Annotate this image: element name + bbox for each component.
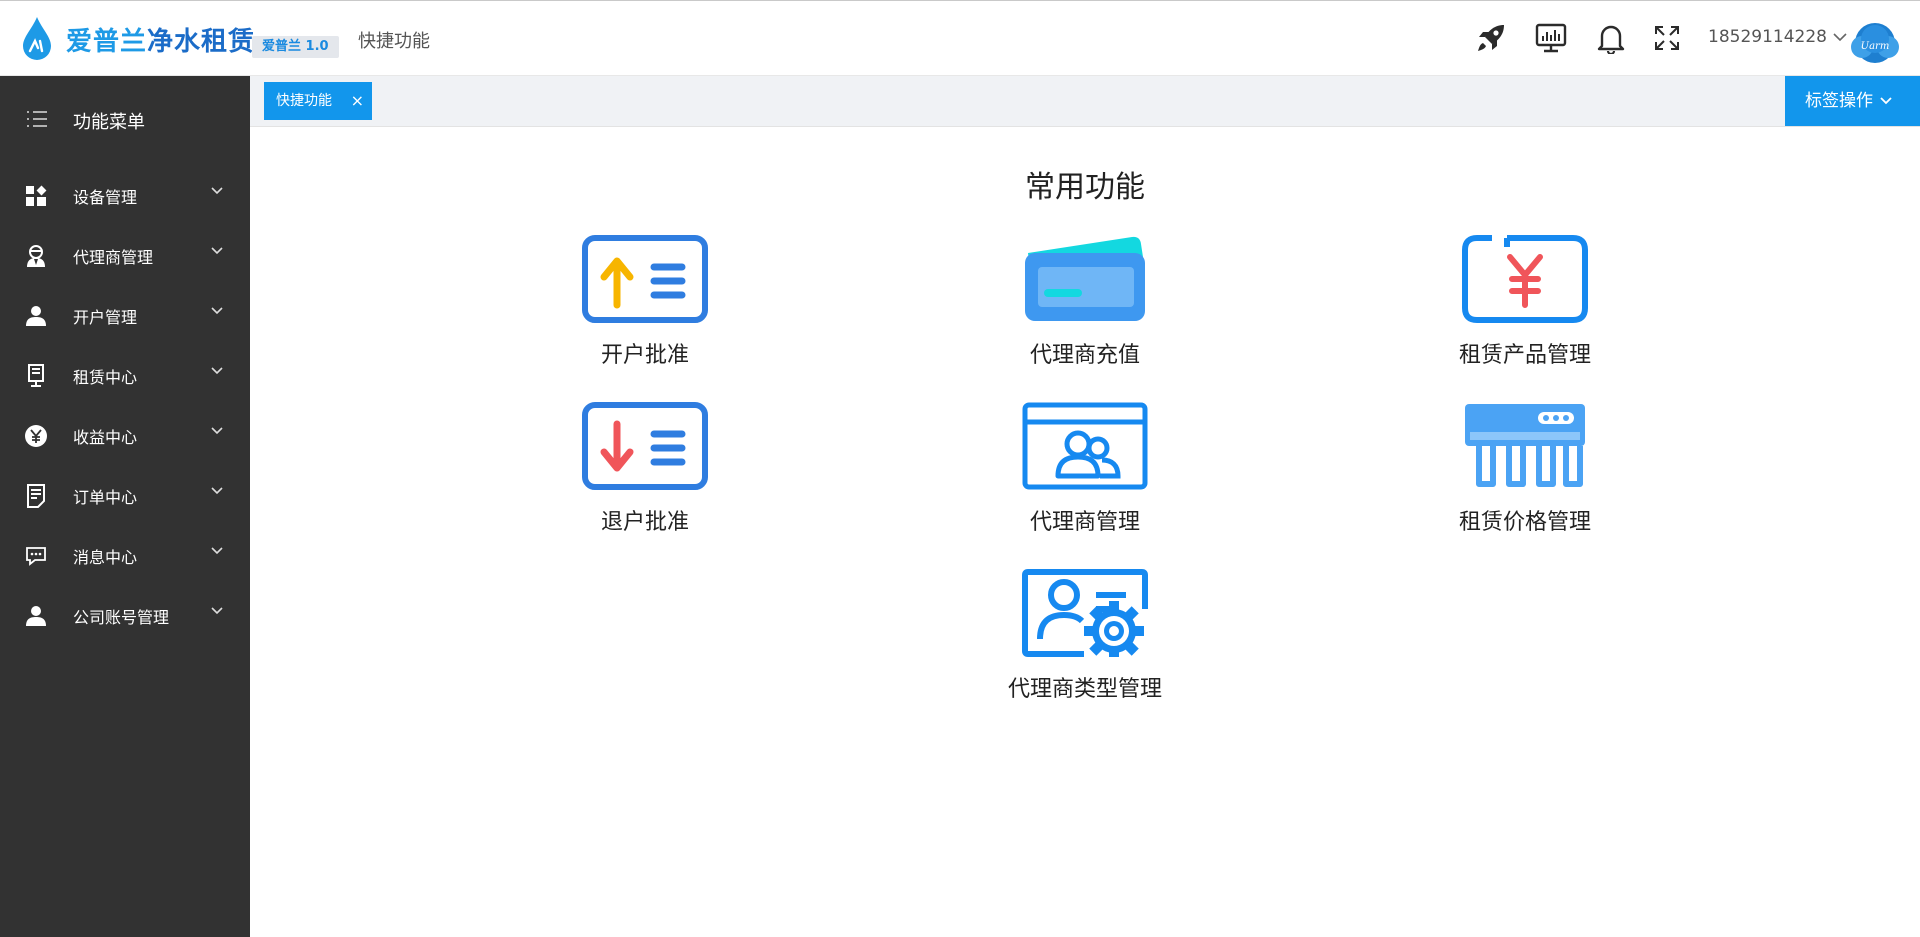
close-icon[interactable]: ×	[351, 82, 364, 120]
sidebar-item-label: 消息中心	[73, 548, 138, 567]
yen-product-icon	[1462, 235, 1588, 323]
chevron-down-icon	[1833, 33, 1847, 42]
user-menu[interactable]: 18529114228	[1708, 27, 1847, 47]
brand-title-part1: 爱普兰	[66, 27, 148, 57]
quick-card-account-cancel[interactable]: 退户批准	[545, 402, 745, 536]
agent-icon	[24, 244, 48, 268]
sidebar-item-messages[interactable]: 消息中心	[0, 528, 250, 584]
chevron-down-icon	[211, 547, 223, 555]
sidebar-item-agent[interactable]: 代理商管理	[0, 228, 250, 284]
chevron-down-icon	[211, 367, 223, 375]
order-icon	[24, 484, 48, 508]
sidebar-item-rental[interactable]: 租赁中心	[0, 348, 250, 404]
quick-card-label: 代理商管理	[1029, 510, 1140, 535]
sidebar-item-label: 设备管理	[73, 188, 138, 207]
quick-card-agent-recharge[interactable]: 代理商充值	[985, 235, 1185, 369]
sidebar-item-account-open[interactable]: 开户管理	[0, 288, 250, 344]
rental-icon	[24, 364, 48, 388]
brand-title: 爱普兰净水租赁	[66, 21, 255, 58]
account-icon	[24, 604, 48, 628]
chevron-down-icon	[211, 307, 223, 315]
sidebar: 功能菜单 设备管理 代理商管理 开户管理 租赁中心 收益中心 订单中心 消息中心…	[0, 76, 250, 937]
chevron-down-icon	[211, 247, 223, 255]
tag-operations-label: 标签操作	[1805, 91, 1873, 111]
quick-card-label: 租赁价格管理	[1458, 510, 1591, 535]
bell-icon[interactable]	[1594, 21, 1628, 55]
username-label: 18529114228	[1708, 27, 1827, 47]
chevron-down-icon	[211, 487, 223, 495]
quick-card-agent-type[interactable]: 代理商类型管理	[985, 569, 1185, 703]
sidebar-item-device[interactable]: 设备管理	[0, 168, 250, 224]
sidebar-item-label: 开户管理	[73, 308, 138, 327]
menu-list-icon	[27, 111, 47, 127]
sidebar-item-label: 公司账号管理	[73, 608, 170, 627]
grid-icon	[24, 184, 48, 208]
message-icon	[24, 544, 48, 568]
chevron-down-icon	[211, 607, 223, 615]
agent-manage-icon	[1022, 402, 1148, 490]
purifier-icon	[1465, 404, 1585, 487]
sidebar-menu-toggle[interactable]: 功能菜单	[0, 76, 250, 168]
sidebar-item-orders[interactable]: 订单中心	[0, 468, 250, 524]
top-header: 爱普兰净水租赁 爱普兰 1.0 快捷功能 18529114228 Uarm	[0, 0, 1920, 76]
sidebar-item-label: 租赁中心	[73, 368, 138, 387]
sidebar-menu-label: 功能菜单	[73, 112, 145, 133]
version-badge: 爱普兰 1.0	[252, 36, 339, 58]
brand-title-part2: 净水租赁	[147, 27, 256, 57]
avatar-icon[interactable]: Uarm	[1850, 17, 1900, 63]
user-icon	[24, 304, 48, 328]
quick-card-agent-manage[interactable]: 代理商管理	[985, 402, 1185, 536]
quick-card-label: 代理商类型管理	[1007, 677, 1162, 702]
quick-card-label: 开户批准	[600, 343, 689, 368]
quick-card-rental-price[interactable]: 租赁价格管理	[1425, 402, 1625, 536]
quick-card-account-approve[interactable]: 开户批准	[545, 235, 745, 369]
breadcrumb: 快捷功能	[358, 31, 430, 52]
water-drop-logo-icon	[23, 17, 51, 60]
tab-bar: 快捷功能 × 标签操作	[250, 76, 1920, 127]
agent-type-icon	[1022, 569, 1148, 657]
sidebar-item-revenue[interactable]: 收益中心	[0, 408, 250, 464]
tab-label: 快捷功能	[276, 93, 332, 109]
rocket-icon[interactable]	[1474, 21, 1508, 55]
fullscreen-icon[interactable]	[1650, 21, 1684, 55]
sidebar-item-label: 收益中心	[73, 428, 138, 447]
account-approve-icon	[582, 235, 708, 323]
sidebar-item-company-account[interactable]: 公司账号管理	[0, 588, 250, 644]
page-title: 常用功能	[1025, 170, 1145, 205]
account-cancel-icon	[582, 402, 708, 490]
yen-icon	[24, 424, 48, 448]
quick-card-label: 退户批准	[600, 510, 689, 535]
sidebar-item-label: 代理商管理	[73, 248, 154, 267]
tab-quick-functions[interactable]: 快捷功能 ×	[264, 82, 372, 120]
tag-operations-button[interactable]: 标签操作	[1785, 76, 1920, 126]
quick-card-label: 租赁产品管理	[1458, 343, 1591, 368]
monitor-chart-icon[interactable]	[1534, 21, 1568, 55]
sidebar-item-label: 订单中心	[73, 488, 138, 507]
quick-card-label: 代理商充值	[1029, 343, 1140, 368]
quick-card-rental-product[interactable]: 租赁产品管理	[1425, 235, 1625, 369]
chevron-down-icon	[1880, 97, 1892, 105]
avatar-text: Uarm	[1861, 41, 1890, 52]
recharge-card-icon	[1025, 236, 1145, 321]
chevron-down-icon	[211, 427, 223, 435]
chevron-down-icon	[211, 187, 223, 195]
